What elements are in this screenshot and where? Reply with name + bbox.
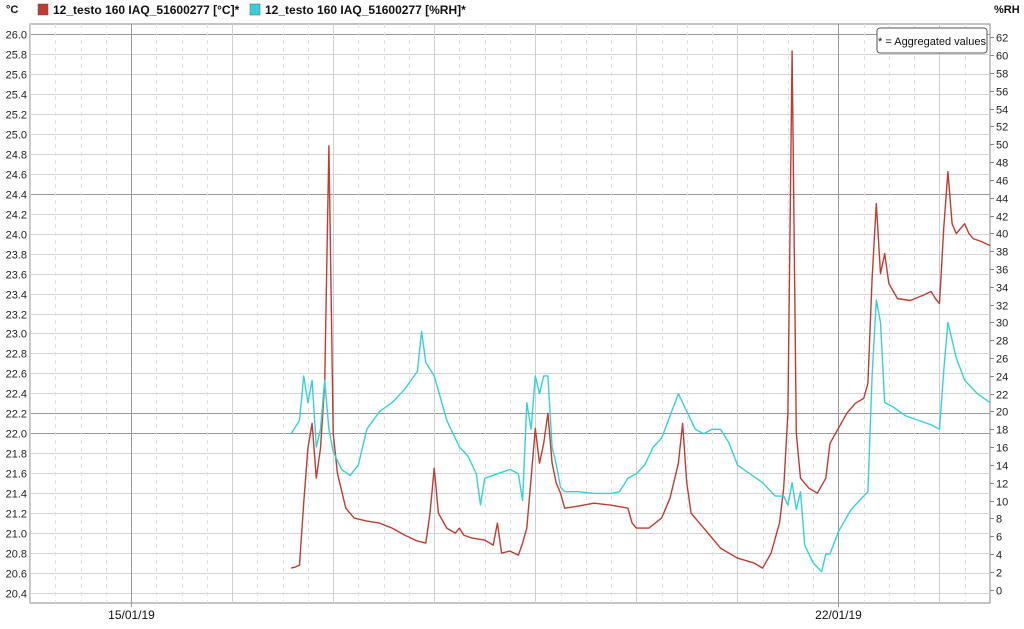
chart-root: 20.4 20.6 20.8 21.0 21.2 21.4 21.6 21.8 22.0 22.2… [0,0,1024,629]
y-right-tick-label: 40 [996,229,1008,241]
y-right-tick-label: 50 [996,140,1008,152]
y-left-tick-label: 24.0 [6,230,27,242]
y-left-tick-label: 23.2 [6,310,27,322]
aggregated-note: * = Aggregated values [876,27,988,54]
y-right-tick-label: 0 [996,586,1002,598]
y-left-tick-label: 23.4 [6,290,27,302]
note-text: * = Aggregated values [878,36,986,48]
y-left-tick-label: 25.2 [6,110,27,122]
y-left-tick-label: 24.6 [6,170,27,182]
legend-label: 12_testo 160 IAQ_51600277 [%RH]* [265,3,466,17]
y-left-tick-label: 20.8 [6,549,27,561]
y-right-tick-label: 56 [996,87,1008,99]
y-right-tick-label: 58 [996,69,1008,81]
y-left-tick-label: 26.0 [6,30,27,42]
y-left-tick-label: 24.8 [6,150,27,162]
y-right-tick-label: 16 [996,443,1008,455]
y-right-tick-label: 52 [996,122,1008,134]
y-left-tick-label: 24.4 [6,190,27,202]
y-right-tick-label: 6 [996,532,1002,544]
x-tick-label: 15/01/19 [108,608,155,622]
y-left-tick-label: 22.2 [6,409,27,421]
y-right-tick-label: 28 [996,336,1008,348]
y-right-tick-label: 8 [996,514,1002,526]
y-right-tick-label: 36 [996,265,1008,277]
y-left-tick-label: 23.8 [6,250,27,262]
y-right-tick-label: 18 [996,425,1008,437]
y-right-tick-label: 48 [996,158,1008,170]
y-right-tick-label: 12 [996,479,1008,491]
y-right-tick-label: 34 [996,283,1008,295]
y-right-tick-label: 62 [996,33,1008,45]
legend-label: 12_testo 160 IAQ_51600277 [°C]* [53,3,240,17]
y-left-tick-label: 25.4 [6,90,27,102]
y-left-tick-label: 25.8 [6,50,27,62]
legend-swatch [249,3,261,16]
y-left-tick-label: 21.2 [6,509,27,521]
line-chart: 20.4 20.6 20.8 21.0 21.2 21.4 21.6 21.8 22.0 22.2… [6,3,1020,622]
y-right-tick-label: 44 [996,194,1008,206]
x-tick-label: 22/01/19 [815,608,862,622]
y-left-tick-label: 21.4 [6,489,27,501]
y-left-tick-label: 23.0 [6,329,27,341]
y-left-tick-label: 25.6 [6,70,27,82]
y-right-tick-label: 30 [996,318,1008,330]
y-left-tick-label: 21.0 [6,529,27,541]
y-left-tick-label: 24.2 [6,210,27,222]
y-right-tick-label: 2 [996,568,1002,580]
y-right-tick-label: 22 [996,390,1008,402]
y-right-tick-label: 4 [996,550,1002,562]
y-left-tick-label: 21.8 [6,449,27,461]
y-right-tick-label: 38 [996,247,1008,259]
y-right-tick-label: 24 [996,372,1008,384]
y-left-tick-label: 22.4 [6,389,27,401]
y-right-unit: %RH [994,4,1020,16]
y-left-tick-label: 22.0 [6,429,27,441]
y-right-tick-label: 46 [996,176,1008,188]
y-right-tick-label: 54 [996,105,1008,117]
legend: 12_testo 160 IAQ_51600277 [°C]* 12_testo … [37,3,466,17]
y-left-tick-label: 25.0 [6,130,27,142]
y-left-unit: °C [6,4,18,16]
y-right-tick-label: 10 [996,497,1008,509]
y-right-tick-label: 42 [996,212,1008,224]
y-right-tick-label: 32 [996,301,1008,313]
y-right-tick-label: 20 [996,407,1008,419]
legend-swatch [37,3,49,16]
y-right-tick-label: 14 [996,461,1008,473]
y-left-tick-label: 20.4 [6,589,27,601]
y-left-tick-label: 21.6 [6,469,27,481]
y-right-tick-label: 60 [996,51,1008,63]
y-left-tick-label: 22.8 [6,349,27,361]
y-left-tick-label: 22.6 [6,369,27,381]
y-left-tick-label: 20.6 [6,569,27,581]
y-left-tick-label: 23.6 [6,270,27,282]
y-right-tick-label: 26 [996,354,1008,366]
